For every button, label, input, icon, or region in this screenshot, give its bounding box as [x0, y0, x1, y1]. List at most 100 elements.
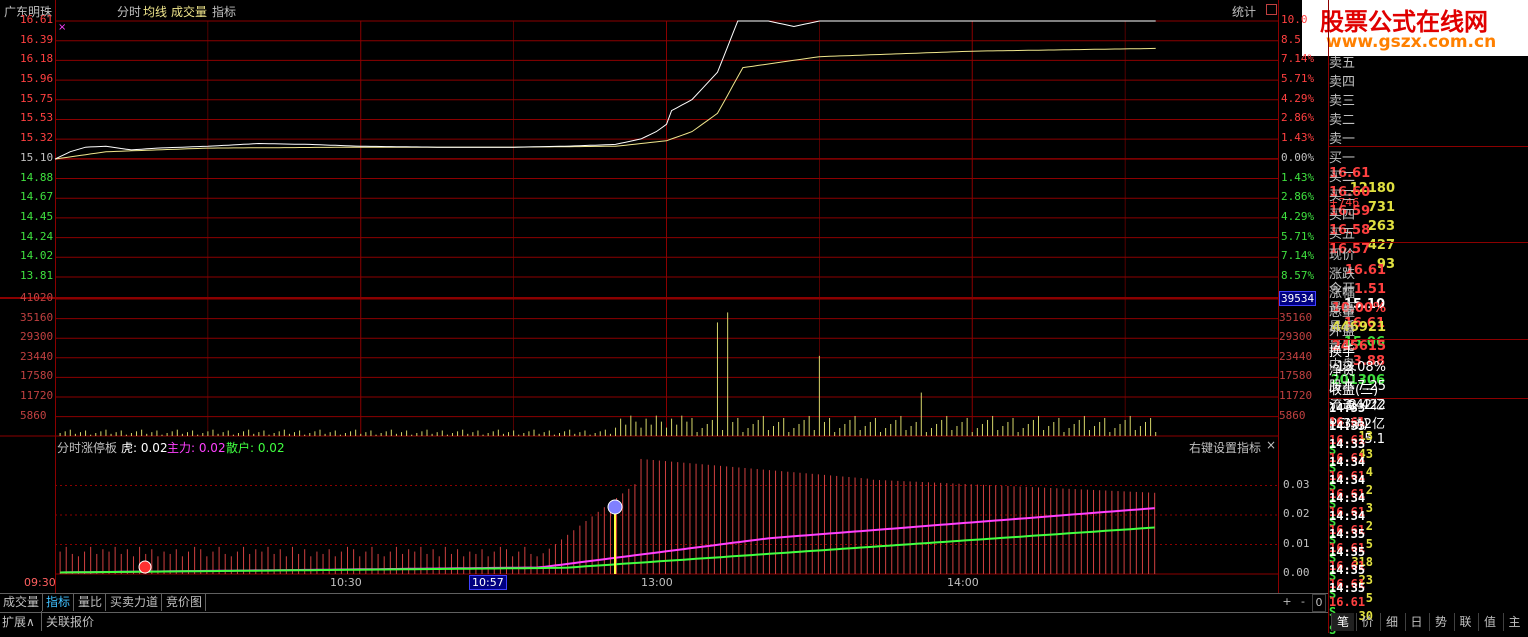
signal-icon[interactable]	[607, 499, 623, 515]
tick-time: 14:35	[1329, 545, 1366, 559]
sell-level-label: 卖五	[1329, 56, 1356, 71]
tick-row: 14:33 16.61 13 S	[1329, 401, 1528, 457]
tick-time: 14:33	[1329, 401, 1366, 415]
fundamental-label: 收益(三)	[1329, 383, 1379, 398]
volume-tick-label: 41020	[20, 291, 54, 304]
sell-level-label: 卖二	[1329, 113, 1356, 128]
indicator-name: 分时涨停板	[57, 441, 118, 455]
mode-label[interactable]: 分时	[117, 3, 141, 20]
indicator-settings-hint[interactable]: 右键设置指标	[1189, 439, 1261, 456]
indicator-tick-label: 0.00	[1283, 566, 1310, 579]
sell-level-label: 卖三	[1329, 94, 1356, 109]
pct-tick-label: 1.43%	[1281, 131, 1315, 145]
tick-price: 16.61	[1329, 595, 1366, 609]
right-tab[interactable]: 价	[1355, 613, 1379, 631]
tick-row: 14:3516.6130S	[1329, 581, 1528, 637]
tab-volume[interactable]: 成交量	[0, 594, 44, 611]
stats-button[interactable]: 统计	[1232, 3, 1256, 20]
right-tab[interactable]: 势	[1429, 613, 1452, 631]
cursor-time-label: 10:57	[469, 575, 507, 590]
price-tick-label: 14.24	[20, 229, 54, 243]
volume-tick-label-right: 35160	[1279, 310, 1313, 324]
tick-time: 14:33	[1329, 419, 1366, 433]
indicator-tick-label: 0.02	[1283, 507, 1310, 520]
right-tab[interactable]: 值	[1478, 613, 1501, 631]
volume-tick-label: 29300	[20, 330, 54, 344]
tick-row: 14:34 16.61 2 S	[1329, 455, 1528, 511]
related-quotes-button[interactable]: 关联报价	[46, 613, 94, 630]
buy-level-label: 买四	[1329, 208, 1356, 223]
volume-tick-label-right: 17580	[1279, 369, 1313, 383]
tab-auction[interactable]: 竞价图	[163, 594, 207, 611]
tab-buy-sell-force[interactable]: 买卖力道	[107, 594, 163, 611]
quote-row: 涨幅 10.00% 最低 15.06	[1329, 282, 1528, 350]
buy-row: 买五 16.57 93	[1329, 223, 1528, 272]
right-tab[interactable]: 主	[1502, 613, 1526, 631]
indicator-label: 指标	[212, 5, 237, 19]
volume-tick-label: 23440	[20, 349, 54, 363]
right-tab[interactable]: 日	[1404, 613, 1428, 631]
volume-tick-label-right: 5860	[1279, 408, 1306, 422]
tab-volume-ratio[interactable]: 量比	[75, 594, 107, 611]
volume-tick-label: 35160	[20, 310, 54, 324]
buy-level-label: 买五	[1329, 227, 1356, 242]
right-tab[interactable]: 细	[1380, 613, 1403, 631]
pct-tick-label: 8.5	[1281, 32, 1301, 46]
cross-marker-icon: ×	[58, 22, 67, 33]
tick-time: 14:35	[1329, 527, 1366, 541]
price-tick-label: 14.02	[20, 249, 54, 263]
sell-row: 卖一	[1329, 128, 1528, 147]
tab-indicator[interactable]: 指标	[43, 594, 75, 611]
buy-level-label: 买一	[1329, 151, 1356, 166]
panel-toggle-icon[interactable]	[1266, 4, 1277, 15]
tick-time: 14:34	[1329, 455, 1366, 469]
scroll-button[interactable]: 0	[1312, 594, 1326, 612]
time-label-1030: 10:30	[330, 576, 362, 589]
quote-row: 外盘 245615 内盘 201306	[1329, 320, 1528, 388]
pct-tick-label: 7.14%	[1281, 249, 1315, 263]
right-tab[interactable]: 笔	[1331, 613, 1354, 631]
buy-level-label: 买二	[1329, 170, 1356, 185]
pct-tick-label: 10.0	[1281, 13, 1308, 26]
tick-row: 14:33 16.61 43 S	[1329, 419, 1528, 475]
sell-row: 卖四	[1329, 71, 1528, 90]
tick-row: 14:34 16.61 3 S	[1329, 473, 1528, 529]
main-force-line	[60, 507, 1155, 574]
volume-tick-label-right: 11720	[1279, 389, 1313, 402]
close-icon[interactable]: ×	[1266, 438, 1276, 452]
tiger-value: 虎: 0.02	[121, 441, 168, 455]
volume-tick-label: 11720	[20, 389, 54, 402]
zoom-in-button[interactable]: +	[1280, 594, 1294, 610]
volume-label: 成交量	[171, 5, 208, 19]
watermark-url: www.gszx.com.cn	[1326, 32, 1497, 52]
tick-time: 14:35	[1329, 581, 1366, 595]
sell-level-label: 卖一	[1329, 132, 1356, 147]
expand-button[interactable]: 扩展∧	[2, 613, 35, 630]
pct-tick-label: 1.43%	[1281, 170, 1315, 184]
pct-tick-label: 8.57%	[1281, 269, 1315, 282]
buy-row: 买二 16.60 731	[1329, 166, 1528, 215]
quote-label: 涨幅	[1329, 286, 1356, 301]
sell-row: 卖三	[1329, 90, 1528, 109]
right-tab[interactable]: 联	[1453, 613, 1477, 631]
pct-tick-label: 2.86%	[1281, 111, 1315, 125]
volume-tick-label-right: 39534	[1279, 291, 1317, 306]
buy-row: 买三 16.59 263	[1329, 185, 1528, 234]
price-tick-label: 15.53	[20, 111, 54, 125]
avg-line-label: 均线	[143, 5, 168, 19]
quote-label: 总量	[1329, 305, 1356, 320]
tick-time: 14:34	[1329, 473, 1366, 487]
price-tick-label: 16.61	[20, 13, 54, 26]
zoom-out-button[interactable]: -	[1296, 594, 1310, 610]
fundamental-row: 收益(三) 2.422 PE(动) 5.1	[1329, 379, 1528, 447]
fundamental-row: 换手 13.08% 股本 3.42亿	[1329, 341, 1528, 413]
volume-tick-label: 5860	[20, 408, 47, 422]
quote-label: 外盘	[1329, 324, 1356, 339]
price-tick-label: 16.18	[20, 52, 54, 66]
tick-row: 14:33 16.61 4 S	[1329, 437, 1528, 493]
fundamental-label: 净资	[1329, 364, 1356, 379]
price-tick-label: 15.10	[20, 150, 54, 164]
limit-up-icon[interactable]	[138, 560, 152, 574]
price-tick-label: 15.96	[20, 72, 54, 86]
time-label-1400: 14:00	[947, 576, 979, 589]
